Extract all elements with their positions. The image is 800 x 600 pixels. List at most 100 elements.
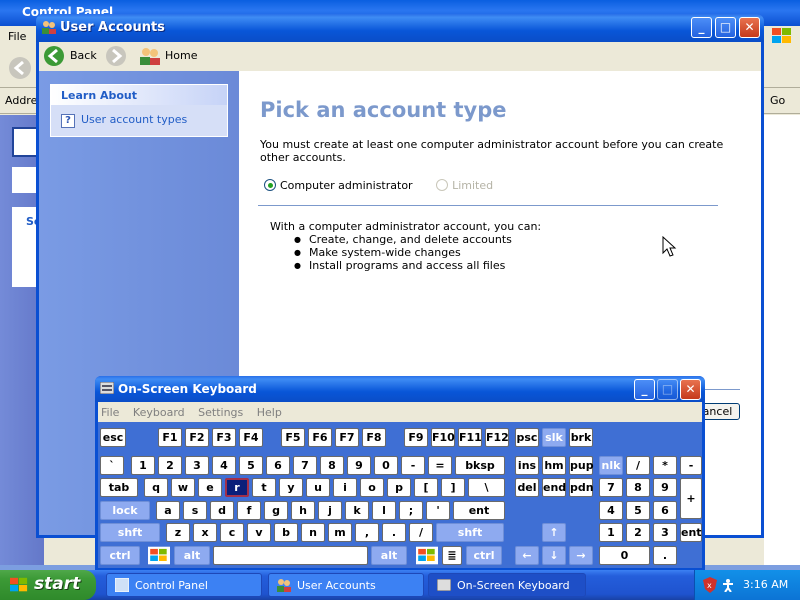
key-i[interactable]: i xyxy=(333,478,357,497)
key-pdn[interactable]: pdn xyxy=(569,478,594,497)
key-5[interactable]: 5 xyxy=(626,501,650,520)
key-ins[interactable]: ins xyxy=(515,456,539,475)
key-ent[interactable]: ent xyxy=(680,523,702,542)
key-4[interactable]: 4 xyxy=(212,456,236,475)
home-button-label[interactable]: Home xyxy=(165,49,197,62)
key-F8[interactable]: F8 xyxy=(362,428,386,447)
key-k[interactable]: k xyxy=(345,501,369,520)
key-y[interactable]: y xyxy=(279,478,303,497)
key-s[interactable]: s xyxy=(183,501,207,520)
key-8[interactable]: 8 xyxy=(626,478,650,497)
forward-icon[interactable] xyxy=(105,45,127,67)
key-44[interactable]: , xyxy=(355,523,379,542)
key-46[interactable]: . xyxy=(382,523,406,542)
key-pup[interactable]: pup xyxy=(569,456,594,475)
security-shield-icon[interactable]: x xyxy=(703,577,717,593)
taskbar-item-on-screen-keyboard[interactable]: On-Screen Keyboard xyxy=(428,573,586,597)
key-esc[interactable]: esc xyxy=(100,428,126,447)
key-91[interactable]: [ xyxy=(414,478,438,497)
key-59[interactable]: ; xyxy=(399,501,423,520)
key-2[interactable]: 2 xyxy=(626,523,650,542)
key-8[interactable]: 8 xyxy=(320,456,344,475)
key-p[interactable]: p xyxy=(387,478,411,497)
key-g[interactable]: g xyxy=(264,501,288,520)
close-button[interactable]: ✕ xyxy=(739,17,760,38)
key-93[interactable]: ] xyxy=(441,478,465,497)
key-tab[interactable]: tab xyxy=(100,478,138,497)
minimize-button[interactable]: _ xyxy=(691,17,712,38)
key-92[interactable]: \ xyxy=(468,478,505,497)
key-slk[interactable]: slk xyxy=(542,428,566,447)
key-5[interactable]: 5 xyxy=(239,456,263,475)
key-j[interactable]: j xyxy=(318,501,342,520)
key-u[interactable]: u xyxy=(306,478,330,497)
taskbar-item-control-panel[interactable]: Control Panel xyxy=(106,573,262,597)
key-9[interactable]: 9 xyxy=(653,478,677,497)
key-43[interactable]: + xyxy=(680,478,702,519)
key-46[interactable]: . xyxy=(653,546,677,565)
key-F9[interactable]: F9 xyxy=(404,428,428,447)
key-0[interactable]: 0 xyxy=(599,546,650,565)
key-F6[interactable]: F6 xyxy=(308,428,332,447)
key-3[interactable]: 3 xyxy=(653,523,677,542)
back-icon[interactable] xyxy=(43,45,65,67)
key-F5[interactable]: F5 xyxy=(281,428,305,447)
key-w[interactable]: w xyxy=(171,478,195,497)
key-8592[interactable]: ← xyxy=(515,546,539,565)
key-x[interactable]: x xyxy=(193,523,217,542)
key-m[interactable]: m xyxy=(328,523,352,542)
key-ctrl[interactable]: ctrl xyxy=(466,546,502,565)
computer-administrator-option[interactable]: Computer administrator xyxy=(264,179,413,192)
key-a[interactable]: a xyxy=(156,501,180,520)
key-61[interactable]: = xyxy=(428,456,452,475)
menu-key-icon[interactable]: ≣ xyxy=(442,546,462,565)
key-shft[interactable]: shft xyxy=(436,523,504,542)
key-t[interactable]: t xyxy=(252,478,276,497)
key-end[interactable]: end xyxy=(542,478,566,497)
key-alt[interactable]: alt xyxy=(174,546,210,565)
key-0[interactable]: 0 xyxy=(374,456,398,475)
back-arrow-icon[interactable] xyxy=(8,56,32,80)
key-45[interactable]: - xyxy=(680,456,702,475)
osk-menu-file[interactable]: File xyxy=(101,406,119,419)
computer-administrator-label[interactable]: Computer administrator xyxy=(280,179,413,192)
maximize-button[interactable]: □ xyxy=(715,17,736,38)
key-1[interactable]: 1 xyxy=(599,523,623,542)
key-lock[interactable]: lock xyxy=(100,501,150,520)
key-psc[interactable]: psc xyxy=(515,428,539,447)
key-F11[interactable]: F11 xyxy=(458,428,482,447)
key-6[interactable]: 6 xyxy=(653,501,677,520)
user-account-types-link[interactable]: ? User account types xyxy=(51,105,227,135)
key-96[interactable]: ` xyxy=(100,456,124,475)
key-4[interactable]: 4 xyxy=(599,501,623,520)
osk-menu-keyboard[interactable]: Keyboard xyxy=(133,406,185,419)
key-F4[interactable]: F4 xyxy=(239,428,263,447)
key-e[interactable]: e xyxy=(198,478,222,497)
key-8593[interactable]: ↑ xyxy=(542,523,566,542)
key-del[interactable]: del xyxy=(515,478,539,497)
windows-key-icon[interactable] xyxy=(148,546,170,565)
key-7[interactable]: 7 xyxy=(599,478,623,497)
key-7[interactable]: 7 xyxy=(293,456,317,475)
key-9[interactable]: 9 xyxy=(347,456,371,475)
key-n[interactable]: n xyxy=(301,523,325,542)
key-shft[interactable]: shft xyxy=(100,523,160,542)
key-ctrl[interactable]: ctrl xyxy=(100,546,140,565)
key-3[interactable]: 3 xyxy=(185,456,209,475)
taskbar-item-user-accounts[interactable]: User Accounts xyxy=(268,573,424,597)
key-47[interactable]: / xyxy=(409,523,433,542)
key-q[interactable]: q xyxy=(144,478,168,497)
osk-minimize-button[interactable]: _ xyxy=(634,379,655,400)
key-F2[interactable]: F2 xyxy=(185,428,209,447)
key-nlk[interactable]: nlk xyxy=(599,456,623,475)
key-2[interactable]: 2 xyxy=(158,456,182,475)
key-F3[interactable]: F3 xyxy=(212,428,236,447)
key-space[interactable] xyxy=(213,546,368,565)
key-8595[interactable]: ↓ xyxy=(542,546,566,565)
key-ent[interactable]: ent xyxy=(453,501,505,520)
key-42[interactable]: * xyxy=(653,456,677,475)
key-brk[interactable]: brk xyxy=(569,428,593,447)
key-d[interactable]: d xyxy=(210,501,234,520)
key-47[interactable]: / xyxy=(626,456,650,475)
key-F7[interactable]: F7 xyxy=(335,428,359,447)
